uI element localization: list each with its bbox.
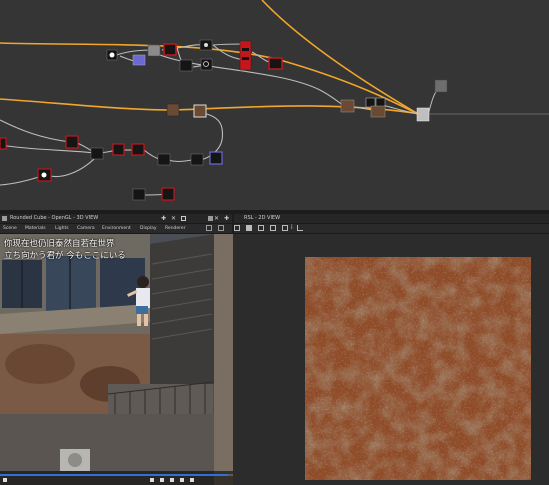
pillar [214, 234, 233, 485]
pin-icon[interactable]: ✚ [161, 215, 166, 222]
maximize-icon[interactable] [181, 216, 186, 221]
close-icon[interactable]: ✕ [171, 215, 176, 222]
video-subtitle-line1: 你现在也仍旧泰然自若在世界 [4, 239, 115, 249]
video-controls [0, 471, 233, 485]
graph-node[interactable] [131, 143, 145, 156]
graph-node-icon [204, 43, 208, 47]
node-graph-svg [0, 0, 549, 201]
graph-node[interactable] [0, 137, 7, 150]
fullscreen-icon[interactable] [190, 478, 194, 482]
viewport-3d[interactable]: 你现在也仍旧泰然自若在世界 立ち向かう君が 今もここにいる [0, 234, 233, 485]
graph-node-icon [41, 172, 47, 178]
video-subtitle-line2: 立ち向かう君が 今もここにいる [4, 251, 126, 261]
window-mid [46, 256, 96, 316]
fire-escape [150, 234, 215, 394]
graph-node[interactable] [193, 104, 207, 118]
graph-node-slot [242, 57, 249, 60]
screenshot-icon[interactable] [206, 225, 212, 231]
panel-3d-titlebar[interactable]: Rounded Cube - OpenGL - 3D VIEW ✚ ✕ [0, 214, 232, 224]
graph-node[interactable] [179, 59, 193, 72]
cube-icon [2, 216, 7, 221]
menu-display[interactable]: Display [140, 224, 157, 233]
panel-3d-title: Rounded Cube - OpenGL - 3D VIEW [10, 215, 99, 221]
tile-icon[interactable] [270, 225, 276, 231]
graph-node[interactable] [112, 143, 125, 156]
settings-icon[interactable] [160, 478, 164, 482]
node-graph-canvas[interactable] [0, 0, 549, 210]
menu-renderer[interactable]: Renderer [165, 224, 186, 233]
graph-node[interactable] [90, 147, 104, 160]
menu-scene[interactable]: Scene [3, 224, 17, 233]
graph-node-slot [242, 48, 249, 51]
save-icon[interactable] [246, 225, 252, 231]
anime-frame-image [0, 234, 233, 485]
wire-orange-low [0, 98, 421, 115]
export-icon[interactable] [258, 225, 264, 231]
graph-node[interactable] [434, 79, 448, 93]
rust-texture-svg [305, 257, 531, 480]
graph-node[interactable] [239, 40, 252, 71]
channels-icon[interactable] [282, 225, 288, 231]
rust-stain [5, 344, 75, 384]
subtitles-icon[interactable] [150, 478, 154, 482]
graph-node[interactable] [65, 135, 79, 149]
graph-node[interactable] [340, 99, 355, 113]
panel-2d-title: RSL - 2D VIEW [244, 215, 281, 221]
panel-3d-menubar: Scene Materials Lights Camera Environmen… [0, 224, 233, 234]
viewport-2d[interactable] [233, 234, 549, 485]
graph-node[interactable] [163, 43, 177, 56]
graph-output-node[interactable] [416, 107, 430, 122]
pin-icon[interactable]: ✚ [224, 215, 229, 222]
graph-node[interactable] [166, 103, 180, 117]
graph-node[interactable] [375, 97, 386, 108]
graph-node[interactable] [132, 54, 146, 66]
camera-icon[interactable] [218, 225, 224, 231]
ac-fan [68, 453, 82, 467]
theater-icon[interactable] [180, 478, 184, 482]
panel-2d-titlebar[interactable]: ✕ ✚ RSL - 2D VIEW [208, 214, 549, 224]
panel-2d-toolbar: i [233, 224, 549, 234]
menu-materials[interactable]: Materials [25, 224, 46, 233]
menu-environment[interactable]: Environment [102, 224, 131, 233]
graph-node[interactable] [365, 97, 376, 108]
close-icon[interactable]: ✕ [214, 214, 219, 223]
graph-node[interactable] [200, 58, 213, 71]
menu-camera[interactable]: Camera [77, 224, 95, 233]
video-progress-fill [0, 474, 229, 476]
graph-node[interactable] [190, 153, 204, 166]
miniplayer-icon[interactable] [170, 478, 174, 482]
play-icon[interactable] [3, 478, 7, 482]
graph-node[interactable] [370, 105, 386, 118]
texture-detail [305, 257, 531, 480]
copy-icon[interactable] [234, 225, 240, 231]
graph-node[interactable] [132, 188, 146, 201]
graph-node[interactable] [157, 153, 171, 166]
grid-icon [208, 216, 213, 221]
graph-node[interactable] [161, 187, 175, 201]
wire-orange-top [261, 0, 421, 116]
video-progress-bar[interactable] [0, 474, 233, 476]
graph-node[interactable] [209, 151, 223, 165]
graph-nodes [0, 39, 448, 201]
histogram-icon[interactable] [297, 225, 303, 231]
graph-node-icon [109, 52, 115, 58]
graph-node[interactable] [147, 44, 161, 57]
graph-node[interactable] [268, 57, 283, 70]
menu-lights[interactable]: Lights [55, 224, 69, 233]
